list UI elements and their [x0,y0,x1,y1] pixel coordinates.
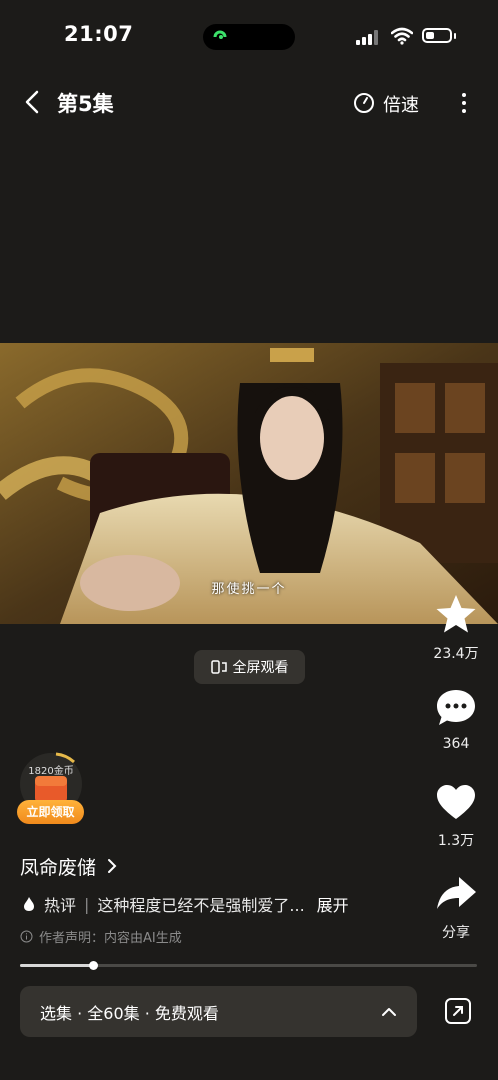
expand-link[interactable]: 展开 [317,892,349,916]
hot-comment-row[interactable]: 热评 | 这种程度已经不是强制爱了... 展开 [22,892,349,916]
series-title-text: 凤命废储 [20,857,97,879]
share-icon [437,877,476,909]
battery-tip [454,33,456,39]
progress-handle[interactable] [89,961,98,970]
video-subtitle: 那使挑一个 [211,582,287,597]
back-icon[interactable] [22,90,44,114]
ai-disclaimer: 作者声明：内容由AI生成 [20,927,182,946]
fullscreen-label: 全屏观看 [232,660,289,676]
favorite-count: 23.4万 [433,646,479,662]
divider: | [84,894,90,914]
chevron-right-icon [108,859,117,873]
fullscreen-button[interactable]: 全屏观看 [194,650,305,684]
progress-fill [20,964,93,967]
more-options-icon[interactable] [455,92,473,114]
app-indicator-icon [213,30,227,39]
info-icon [20,930,33,943]
series-title[interactable]: 凤命废储 [20,853,118,880]
wifi-icon [391,27,413,45]
claim-button[interactable]: 立即领取 [17,800,84,824]
status-time: 21:07 [64,22,134,46]
speed-icon[interactable] [353,92,375,114]
battery-level [426,32,434,39]
heart-icon [437,785,475,819]
rotate-screen-icon [210,660,227,674]
speed-button[interactable]: 倍速 [383,91,419,117]
episode-selector[interactable]: 选集 · 全60集 · 免费观看 [20,986,417,1037]
signal-icon [356,30,378,45]
pip-icon[interactable] [444,997,472,1025]
like-button[interactable]: 1.3万 [426,782,486,850]
favorite-button[interactable]: 23.4万 [426,593,486,663]
hot-comment-text: 这种程度已经不是强制爱了... [97,896,305,915]
flame-icon [24,897,34,911]
hot-label: 热评 [44,896,77,915]
comment-count: 364 [442,736,470,752]
episode-selector-label: 选集 · 全60集 · 免费观看 [40,1003,219,1023]
episode-title: 第5集 [57,92,114,116]
chevron-up-icon [382,1007,396,1016]
star-icon [436,595,476,633]
coin-amount: 1820金币 [28,766,74,777]
disclaimer-text: 作者声明：内容由AI生成 [39,931,182,946]
comment-icon [437,690,475,725]
like-count: 1.3万 [437,833,475,849]
comment-button[interactable]: 364 [426,688,486,752]
share-button[interactable]: 分享 [426,874,486,942]
share-label: 分享 [442,925,470,941]
